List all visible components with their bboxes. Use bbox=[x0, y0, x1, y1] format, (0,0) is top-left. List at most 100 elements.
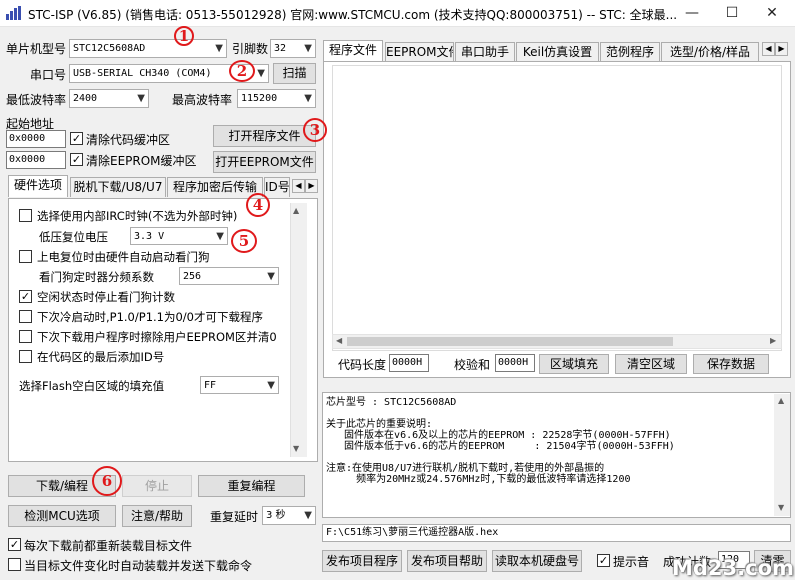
serial-port-label: 串口号 bbox=[30, 68, 67, 82]
watchdog-prescaler-select[interactable]: 256 ▼ bbox=[179, 267, 279, 285]
scrollbar-thumb[interactable] bbox=[347, 337, 673, 346]
flash-fill-select[interactable]: FF ▼ bbox=[200, 376, 279, 394]
close-button[interactable]: ✕ bbox=[752, 0, 792, 26]
open-program-file-button[interactable]: 打开程序文件 bbox=[213, 125, 316, 147]
tab-eeprom-file[interactable]: EEPROM文件 bbox=[385, 42, 454, 62]
chevron-down-icon: ▼ bbox=[137, 93, 145, 104]
watermark: Md23.com bbox=[672, 556, 794, 580]
tab-scroll-left-icon[interactable]: ◀ bbox=[762, 42, 775, 56]
tab-keil-debug[interactable]: Keil仿真设置 bbox=[516, 42, 599, 62]
repeat-delay-select[interactable]: 3 秒 ▼ bbox=[262, 506, 316, 525]
help-button[interactable]: 注意/帮助 bbox=[122, 505, 192, 527]
file-path-display: F:\C51练习\萝丽三代遥控器A版.hex bbox=[322, 524, 791, 542]
chevron-down-icon: ▼ bbox=[267, 380, 275, 391]
publish-help-button[interactable]: 发布项目帮助 bbox=[407, 550, 487, 572]
annotation-2: 2 bbox=[229, 60, 255, 82]
tab-scroll-right-icon[interactable]: ▶ bbox=[305, 179, 318, 193]
watchdog-autostart-label: 上电复位时由硬件自动启动看门狗 bbox=[37, 250, 210, 264]
tab-scroll-right-icon[interactable]: ▶ bbox=[775, 42, 788, 56]
stop-button[interactable]: 停止 bbox=[122, 475, 192, 497]
chip-info-text: 芯片型号 : STC12C5608AD 关于此芯片的重要说明: 固件版本在v6.… bbox=[326, 397, 675, 485]
repeat-delay-label: 重复延时 bbox=[210, 510, 259, 524]
cold-start-p10-label: 下次冷启动时,P1.0/P1.1为0/0才可下载程序 bbox=[37, 310, 263, 324]
detect-mcu-options-button[interactable]: 检测MCU选项 bbox=[8, 505, 116, 527]
code-buffer-view[interactable] bbox=[332, 65, 782, 351]
chevron-down-icon: ▼ bbox=[215, 43, 223, 54]
scan-button[interactable]: 扫描 bbox=[273, 63, 316, 84]
low-voltage-reset-label: 低压复位电压 bbox=[39, 230, 108, 244]
scroll-right-icon[interactable]: ▶ bbox=[770, 336, 776, 345]
code-horizontal-scrollbar[interactable]: ◀ ▶ bbox=[332, 334, 782, 349]
tab-scroll-left-icon[interactable]: ◀ bbox=[292, 179, 305, 193]
code-start-address-input[interactable]: 0x0000 bbox=[6, 130, 66, 148]
annotation-6: 6 bbox=[92, 466, 122, 496]
maximize-button[interactable]: ☐ bbox=[712, 0, 752, 26]
scroll-up-icon[interactable]: ▲ bbox=[778, 396, 784, 405]
auto-reload-on-change-label: 当目标文件变化时自动装载并发送下载命令 bbox=[24, 559, 253, 573]
publish-project-button[interactable]: 发布项目程序 bbox=[322, 550, 402, 572]
pin-count-label: 引脚数 bbox=[232, 42, 269, 56]
chevron-down-icon: ▼ bbox=[304, 93, 312, 104]
erase-eeprom-label: 下次下载用户程序时擦除用户EEPROM区并清0 bbox=[37, 330, 277, 344]
internal-irc-checkbox[interactable] bbox=[19, 209, 32, 222]
internal-irc-label: 选择使用内部IRC时钟(不选为外部时钟) bbox=[37, 209, 238, 223]
clear-eeprom-checkbox[interactable]: ✓ bbox=[70, 153, 83, 166]
mcu-type-label: 单片机型号 bbox=[6, 42, 67, 56]
options-scrollbar[interactable]: ▲ ▼ bbox=[290, 203, 307, 457]
tab-offline-download[interactable]: 脱机下载/U8/U7 bbox=[70, 177, 166, 197]
low-voltage-reset-select[interactable]: 3.3 V ▼ bbox=[130, 227, 228, 245]
window-title: STC-ISP (V6.85) (销售电话: 0513-55012928) 官网… bbox=[28, 8, 678, 22]
clear-code-checkbox[interactable]: ✓ bbox=[70, 132, 83, 145]
annotation-5: 5 bbox=[231, 229, 257, 253]
tab-serial-assistant[interactable]: 串口助手 bbox=[455, 42, 515, 62]
scroll-down-icon[interactable]: ▼ bbox=[778, 503, 784, 512]
flash-fill-label: 选择Flash空白区域的填充值 bbox=[19, 379, 165, 393]
info-scrollbar[interactable]: ▲ ▼ bbox=[774, 394, 790, 516]
annotation-4: 4 bbox=[246, 193, 270, 217]
append-id-label: 在代码区的最后添加ID号 bbox=[37, 350, 165, 364]
tab-hardware-options[interactable]: 硬件选项 bbox=[8, 175, 68, 197]
code-length-label: 代码长度 bbox=[338, 358, 387, 372]
chevron-down-icon: ▼ bbox=[216, 231, 224, 242]
auto-reload-on-change-checkbox[interactable] bbox=[8, 558, 21, 571]
eeprom-start-address-input[interactable]: 0x0000 bbox=[6, 151, 66, 169]
max-baud-label: 最高波特率 bbox=[172, 93, 233, 107]
app-logo-icon bbox=[6, 6, 22, 20]
pin-count-select[interactable]: 32 ▼ bbox=[270, 39, 316, 58]
tab-selection-price[interactable]: 选型/价格/样品 bbox=[661, 42, 759, 62]
tab-program-file[interactable]: 程序文件 bbox=[323, 40, 383, 62]
hardware-options-panel: ▲ ▼ 选择使用内部IRC时钟(不选为外部时钟) 低压复位电压 3.3 V ▼ 上… bbox=[8, 198, 318, 462]
tab-id-number[interactable]: ID号 bbox=[264, 177, 290, 197]
reload-before-download-checkbox[interactable]: ✓ bbox=[8, 538, 21, 551]
max-baud-select[interactable]: 115200 ▼ bbox=[237, 89, 316, 108]
fill-area-button[interactable]: 区域填充 bbox=[539, 354, 609, 374]
scroll-left-icon[interactable]: ◀ bbox=[336, 336, 342, 345]
code-length-value: 0000H bbox=[389, 354, 429, 372]
mcu-type-select[interactable]: STC12C5608AD ▼ bbox=[69, 39, 227, 58]
read-disk-id-button[interactable]: 读取本机硬盘号 bbox=[492, 550, 582, 572]
watchdog-autostart-checkbox[interactable] bbox=[19, 250, 32, 263]
clear-area-button[interactable]: 清空区域 bbox=[615, 354, 687, 374]
open-eeprom-file-button[interactable]: 打开EEPROM文件 bbox=[213, 151, 316, 173]
beep-checkbox[interactable]: ✓ bbox=[597, 554, 610, 567]
beep-label: 提示音 bbox=[613, 555, 650, 569]
append-id-checkbox[interactable] bbox=[19, 350, 32, 363]
erase-eeprom-checkbox[interactable] bbox=[19, 330, 32, 343]
tab-encrypted-transfer[interactable]: 程序加密后传输 bbox=[167, 177, 263, 197]
annotation-1: 1 bbox=[174, 26, 194, 46]
tab-example-programs[interactable]: 范例程序 bbox=[600, 42, 660, 62]
save-data-button[interactable]: 保存数据 bbox=[693, 354, 769, 374]
scroll-down-icon[interactable]: ▼ bbox=[293, 444, 299, 453]
repeat-program-button[interactable]: 重复编程 bbox=[198, 475, 305, 497]
chevron-down-icon: ▼ bbox=[257, 68, 265, 79]
left-tab-strip: 硬件选项 脱机下载/U8/U7 程序加密后传输 ID号 ◀ ▶ bbox=[8, 175, 318, 199]
reload-before-download-label: 每次下载前都重新装载目标文件 bbox=[24, 539, 193, 553]
scroll-up-icon[interactable]: ▲ bbox=[293, 206, 299, 215]
watchdog-prescaler-label: 看门狗定时器分频系数 bbox=[39, 270, 154, 284]
idle-stop-watchdog-checkbox[interactable]: ✓ bbox=[19, 290, 32, 303]
minimize-button[interactable]: — bbox=[672, 0, 712, 26]
chip-info-box: 芯片型号 : STC12C5608AD 关于此芯片的重要说明: 固件版本在v6.… bbox=[322, 392, 791, 518]
chevron-down-icon: ▼ bbox=[267, 271, 275, 282]
cold-start-p10-checkbox[interactable] bbox=[19, 310, 32, 323]
min-baud-select[interactable]: 2400 ▼ bbox=[69, 89, 149, 108]
